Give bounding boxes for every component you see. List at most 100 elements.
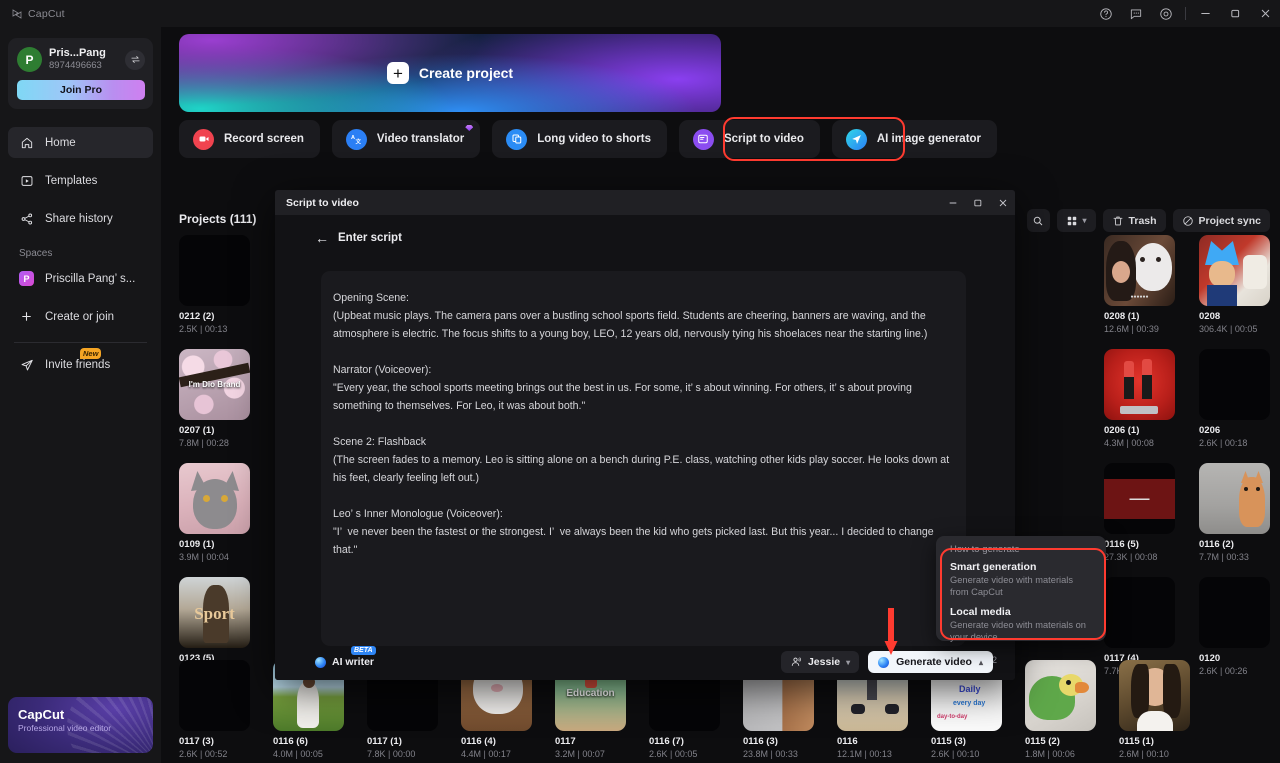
project-card[interactable]: 0206 2.6K | 00:18 bbox=[1199, 349, 1270, 449]
space-badge-icon: P bbox=[19, 271, 34, 286]
sidebar-item-space[interactable]: P Priscilla Pang’ s... bbox=[8, 263, 153, 294]
app-brand: CapCut bbox=[0, 8, 65, 20]
sidebar-item-templates[interactable]: Templates bbox=[8, 165, 153, 196]
sidebar-item-invite-friends[interactable]: Invite friends New bbox=[8, 348, 153, 380]
sidebar-divider bbox=[14, 342, 147, 343]
project-name: 0116 (6) bbox=[273, 736, 308, 747]
project-thumbnail[interactable]: ▬▬▬▬ bbox=[1104, 463, 1175, 534]
project-meta: 23.8M | 00:33 bbox=[743, 749, 798, 759]
project-sync-button[interactable]: Project sync bbox=[1172, 209, 1270, 232]
project-thumbnail[interactable] bbox=[1199, 349, 1270, 420]
generate-options-popup: How to generate Smart generation Generat… bbox=[936, 536, 1106, 643]
action-ai-image-generator[interactable]: AI image generator bbox=[831, 120, 998, 158]
close-button[interactable] bbox=[1250, 0, 1280, 27]
create-project-banner[interactable]: + Create project bbox=[179, 34, 721, 112]
sidebar-item-home[interactable]: Home bbox=[8, 127, 153, 158]
project-card[interactable]: 0120 2.6K | 00:26 bbox=[1199, 577, 1270, 677]
action-label: Video translator bbox=[376, 133, 465, 145]
project-thumbnail[interactable]: Sport bbox=[179, 577, 250, 648]
sidebar-item-share-history[interactable]: Share history bbox=[8, 203, 153, 234]
action-label: Script to video bbox=[723, 133, 804, 145]
project-meta: 306.4K | 00:05 bbox=[1199, 324, 1258, 334]
sidebar-item-create-or-join[interactable]: Create or join bbox=[8, 301, 153, 332]
spaces-section-label: Spaces bbox=[19, 248, 53, 259]
project-meta: 12.1M | 00:13 bbox=[837, 749, 892, 759]
project-card[interactable]: 0212 (2) 2.5K | 00:13 bbox=[179, 235, 250, 335]
project-card[interactable]: 0206 (1) 4.3M | 00:08 bbox=[1104, 349, 1175, 449]
account-card[interactable]: P Pris...Pang 8974496663 Join Pro bbox=[8, 38, 153, 109]
project-thumbnail[interactable] bbox=[1199, 577, 1270, 648]
trash-button[interactable]: Trash bbox=[1102, 209, 1166, 232]
window-controls bbox=[1091, 0, 1280, 27]
feedback-icon[interactable] bbox=[1121, 0, 1151, 27]
project-card[interactable]: ▬▬▬▬ 0116 (5) 27.3K | 00:08 bbox=[1104, 463, 1175, 563]
minimize-button[interactable] bbox=[1190, 0, 1220, 27]
maximize-button[interactable] bbox=[1220, 0, 1250, 27]
script-text[interactable]: Opening Scene: (Upbeat music plays. The … bbox=[333, 289, 950, 559]
script-input-area[interactable]: Opening Scene: (Upbeat music plays. The … bbox=[321, 271, 966, 646]
titlebar-divider bbox=[1185, 7, 1186, 20]
project-meta: 2.6K | 00:52 bbox=[179, 749, 228, 759]
promo-subtitle: Professional video editor bbox=[18, 723, 112, 733]
action-record-screen[interactable]: Record screen bbox=[179, 120, 320, 158]
dialog-maximize-button[interactable] bbox=[965, 190, 990, 215]
project-thumbnail[interactable] bbox=[179, 660, 250, 731]
project-thumbnail[interactable] bbox=[1199, 235, 1270, 306]
project-card[interactable]: 0115 (2) 1.8M | 00:06 bbox=[1025, 660, 1096, 760]
project-card[interactable]: I'm Dio Brand 0207 (1) 7.8M | 00:28 bbox=[179, 349, 250, 449]
chevron-up-icon: ▴ bbox=[978, 657, 983, 667]
project-card[interactable]: 0116 (2) 7.7M | 00:33 bbox=[1199, 463, 1270, 563]
ai-image-generator-icon bbox=[845, 128, 867, 150]
project-meta: 12.6M | 00:39 bbox=[1104, 324, 1159, 334]
projects-toolbar: ▾ Trash Project sync bbox=[1026, 209, 1270, 232]
chevron-down-icon: ▾ bbox=[1082, 216, 1087, 225]
promo-card[interactable]: CapCut Professional video editor bbox=[8, 697, 153, 753]
video-translator-icon: A文 bbox=[345, 128, 367, 150]
popup-option-local-media[interactable]: Local media Generate video with material… bbox=[950, 605, 1094, 643]
project-card[interactable]: 0115 (1) 2.6M | 00:10 bbox=[1119, 660, 1190, 760]
help-icon[interactable] bbox=[1091, 0, 1121, 27]
project-card[interactable]: 0117 (3) 2.6K | 00:52 bbox=[179, 660, 250, 760]
project-card[interactable]: 0208 306.4K | 00:05 bbox=[1199, 235, 1270, 335]
option-description: Generate video with materials from CapCu… bbox=[950, 575, 1073, 597]
generate-video-label: Generate video bbox=[896, 656, 972, 668]
ai-writer-button[interactable]: AI writer BETA bbox=[315, 646, 376, 668]
join-pro-button[interactable]: Join Pro bbox=[17, 80, 145, 100]
project-card[interactable]: ●●●●●● 0208 (1) 12.6M | 00:39 bbox=[1104, 235, 1175, 335]
project-thumbnail[interactable]: I'm Dio Brand bbox=[179, 349, 250, 420]
sidebar-item-label: Share history bbox=[45, 212, 113, 225]
project-thumbnail[interactable] bbox=[1199, 463, 1270, 534]
dialog-minimize-button[interactable] bbox=[940, 190, 965, 215]
popup-option-smart-generation[interactable]: Smart generation Generate video with mat… bbox=[950, 560, 1094, 598]
project-thumbnail[interactable] bbox=[1104, 577, 1175, 648]
action-long-video-to-shorts[interactable]: Long video to shorts bbox=[492, 120, 667, 158]
settings-icon[interactable] bbox=[1151, 0, 1181, 27]
project-thumbnail[interactable] bbox=[179, 463, 250, 534]
project-thumbnail[interactable]: ●●●●●● bbox=[1104, 235, 1175, 306]
back-arrow-icon[interactable]: ← bbox=[315, 231, 329, 245]
project-name: 0116 (7) bbox=[649, 736, 684, 747]
dialog-back-row[interactable]: ← Enter script bbox=[275, 215, 1015, 245]
project-thumbnail[interactable] bbox=[1119, 660, 1190, 731]
action-video-translator[interactable]: A文 Video translator bbox=[331, 120, 481, 158]
account-name: Pris...Pang bbox=[49, 47, 106, 59]
script-to-video-dialog: Script to video ← Enter script Opening S… bbox=[275, 190, 1015, 680]
project-meta: 4.3M | 00:08 bbox=[1104, 438, 1154, 448]
project-card[interactable]: 0109 (1) 3.9M | 00:04 bbox=[179, 463, 250, 563]
window-titlebar: CapCut bbox=[0, 0, 1280, 27]
switch-account-icon[interactable] bbox=[125, 49, 145, 70]
send-icon bbox=[19, 357, 34, 372]
search-projects-button[interactable] bbox=[1026, 209, 1050, 232]
plus-icon bbox=[19, 309, 34, 324]
dialog-close-button[interactable] bbox=[990, 190, 1015, 215]
project-thumbnail[interactable] bbox=[179, 235, 250, 306]
project-thumbnail[interactable] bbox=[1104, 349, 1175, 420]
project-thumbnail[interactable] bbox=[1025, 660, 1096, 731]
project-name: 0115 (2) bbox=[1025, 736, 1060, 747]
action-script-to-video[interactable]: Script to video bbox=[678, 120, 820, 158]
project-name: 0212 (2) bbox=[179, 311, 215, 322]
voice-selector[interactable]: Jessie ▾ bbox=[780, 651, 860, 673]
sidebar-item-label: Home bbox=[45, 136, 76, 149]
account-row: P Pris...Pang 8974496663 bbox=[17, 47, 145, 72]
view-mode-button[interactable]: ▾ bbox=[1056, 209, 1096, 232]
